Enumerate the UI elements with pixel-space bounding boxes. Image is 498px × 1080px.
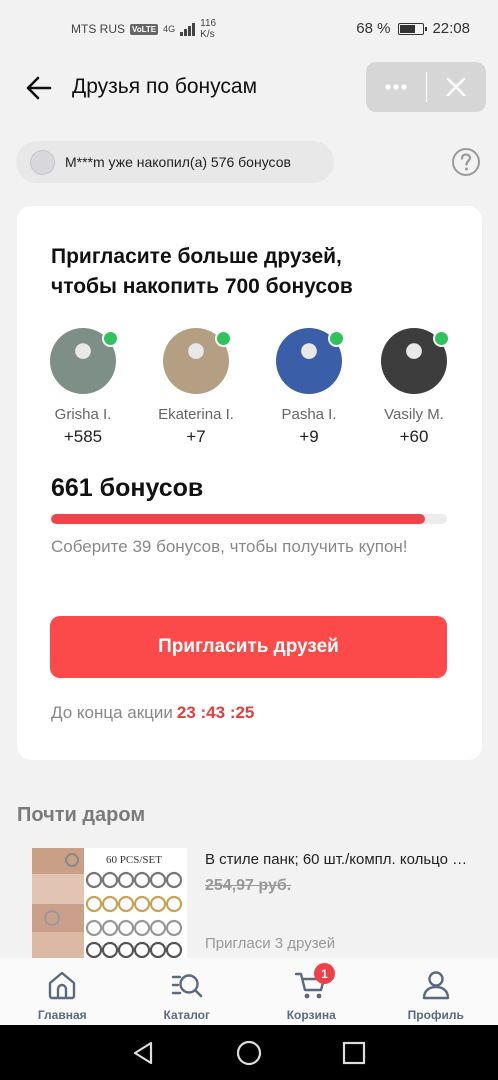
countdown: До конца акции 23 :43 :25 (51, 703, 254, 723)
product-note: Пригласи 3 друзей (205, 935, 336, 952)
friend-avatar (50, 328, 119, 394)
bonus-progress-bar (51, 514, 447, 524)
friend-item[interactable]: Ekaterina I. +7 (141, 328, 251, 447)
friend-name: Grisha I. (54, 406, 112, 423)
invite-card: Пригласите больше друзей, чтобы накопить… (17, 206, 482, 760)
status-left: MTS RUS VoLTE 4G 116 K/s (71, 18, 216, 40)
battery-percent: 68 % (356, 20, 391, 37)
battery-icon (398, 22, 428, 35)
carrier-label: MTS RUS (71, 22, 125, 36)
status-bar: MTS RUS VoLTE 4G 116 K/s 68 % 22:08 (0, 0, 498, 58)
tab-label: Каталог (163, 1008, 211, 1022)
friend-name: Pasha I. (281, 406, 337, 423)
cart-badge: 1 (314, 963, 335, 984)
battery-level (400, 24, 415, 33)
friend-bonus: +7 (186, 427, 206, 446)
bottom-tab-bar: Главная Каталог Корзина 1 Профиль (0, 958, 498, 1025)
tab-home[interactable]: Главная (0, 958, 125, 1025)
invite-friends-button[interactable]: Пригласить друзей (50, 616, 447, 678)
bonus-total: 661 бонусов (51, 474, 204, 502)
profile-icon (422, 971, 449, 1000)
countdown-time: 23 :43 :25 (176, 703, 255, 722)
bonus-ticker: M***m уже накопил(а) 576 бонусов (16, 141, 334, 183)
progress-caption: Соберите 39 бонусов, чтобы получить купо… (51, 537, 408, 556)
ticker-text: M***m уже накопил(а) 576 бонусов (65, 154, 291, 170)
check-icon (328, 330, 345, 347)
headline-line-1: Пригласите больше друзей, (51, 245, 342, 268)
tab-profile[interactable]: Профиль (374, 958, 498, 1025)
arrow-left-icon (26, 76, 52, 100)
friend-bonus: +60 (399, 427, 429, 446)
card-headline: Пригласите больше друзей, чтобы накопить… (51, 242, 451, 302)
friend-avatar (276, 328, 345, 394)
clock: 22:08 (432, 20, 470, 37)
network-type: 4G (163, 24, 176, 34)
friend-name: Vasily M. (384, 406, 444, 423)
mini-app-capsule (366, 62, 486, 112)
question-circle-icon (452, 148, 480, 176)
home-icon (49, 971, 76, 1000)
page-title: Друзья по бонусам (72, 75, 258, 98)
countdown-label: До конца акции (51, 703, 173, 722)
speed-value: 116 (200, 18, 217, 29)
friend-name: Ekaterina I. (158, 406, 234, 423)
headline-line-2: чтобы накопить 700 бонусов (51, 275, 353, 298)
nav-recents-icon[interactable] (340, 1039, 368, 1067)
network-speed: 116 K/s (200, 18, 216, 40)
product-image: 60 PCS/SET (32, 848, 187, 958)
capsule-divider (426, 72, 427, 102)
header: Друзья по бонусам (0, 58, 498, 118)
speed-unit: K/s (200, 29, 215, 40)
volte-badge: VoLTE (130, 23, 159, 35)
friend-item[interactable]: Vasily M. +60 (359, 328, 469, 447)
close-icon (446, 77, 466, 97)
friend-bonus: +585 (63, 427, 103, 446)
close-button[interactable] (426, 62, 486, 112)
friend-item[interactable]: Pasha I. +9 (254, 328, 364, 447)
tab-label: Главная (37, 1008, 87, 1022)
check-icon (433, 330, 450, 347)
signal-icon (180, 22, 196, 36)
status-right: 68 % 22:08 (356, 20, 470, 37)
product-title: В стиле панк; 60 шт./компл. кольцо для п… (205, 851, 475, 868)
back-button[interactable] (22, 72, 56, 104)
product-price: 254,97 руб. (205, 877, 292, 894)
product-item[interactable]: 60 PCS/SET В стиле панк; 60 шт./компл. к… (32, 848, 486, 958)
check-icon (102, 330, 119, 347)
catalog-search-icon (171, 974, 203, 998)
friend-item[interactable]: Grisha I. +585 (28, 328, 138, 447)
nav-back-icon[interactable] (129, 1039, 157, 1067)
image-set-label: 60 PCS/SET (106, 854, 162, 866)
tab-catalog[interactable]: Каталог (125, 958, 250, 1025)
tab-label: Корзина (286, 1008, 336, 1022)
friend-avatar (163, 328, 232, 394)
check-icon (215, 330, 232, 347)
friend-bonus: +9 (299, 427, 319, 446)
tab-cart[interactable]: Корзина 1 (249, 958, 374, 1025)
piercing-rings-image: 60 PCS/SET (32, 848, 183, 958)
more-button[interactable] (366, 62, 426, 112)
system-navigation-bar (0, 1025, 498, 1080)
more-horizontal-icon (385, 84, 407, 90)
bonus-progress-fill (51, 514, 425, 524)
help-button[interactable] (451, 147, 481, 177)
friend-avatar (381, 328, 450, 394)
ticker-avatar (30, 149, 55, 175)
tab-label: Профиль (407, 1008, 464, 1022)
section-title: Почти даром (17, 804, 146, 826)
nav-home-icon[interactable] (235, 1039, 263, 1067)
